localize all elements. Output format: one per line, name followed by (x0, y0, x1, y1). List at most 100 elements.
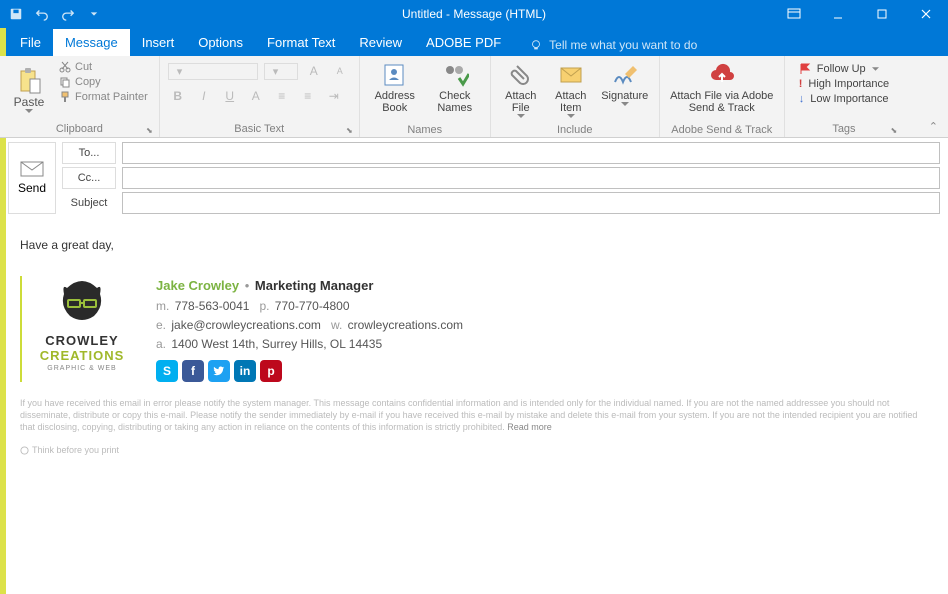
twitter-icon[interactable] (208, 360, 230, 382)
tab-format-text[interactable]: Format Text (255, 29, 347, 56)
subject-label: Subject (62, 192, 116, 214)
dialog-launcher-icon[interactable]: ⬊ (346, 126, 353, 135)
paste-button[interactable]: Paste (8, 60, 50, 120)
shrink-font-icon[interactable]: A (330, 61, 350, 81)
message-body[interactable]: Have a great day, CROWLEY CREATIONS GRAP… (0, 218, 948, 465)
tell-me-search[interactable]: Tell me what you want to do (523, 34, 703, 56)
phone-label: p. (259, 299, 269, 313)
quick-access-toolbar (0, 2, 106, 26)
cc-button[interactable]: Cc... (62, 167, 116, 189)
group-include: Attach File Attach Item Signature Includ… (491, 56, 660, 137)
qat-dropdown-icon[interactable] (82, 2, 106, 26)
high-importance-button[interactable]: ! High Importance (797, 77, 891, 91)
exclamation-icon: ! (799, 78, 803, 90)
disclaimer-text: If you have received this email in error… (20, 398, 928, 433)
indent-icon[interactable]: ⇥ (324, 86, 344, 106)
paste-icon (17, 67, 41, 95)
dialog-launcher-icon[interactable]: ⬊ (890, 126, 897, 135)
tab-review[interactable]: Review (347, 29, 414, 56)
italic-icon[interactable]: I (194, 86, 214, 106)
address-label: a. (156, 337, 166, 351)
format-painter-label: Format Painter (75, 91, 148, 103)
collapse-ribbon-icon[interactable]: ⌃ (929, 120, 938, 133)
signature-title: Marketing Manager (255, 278, 373, 293)
tab-options[interactable]: Options (186, 29, 255, 56)
email-signature: CROWLEY CREATIONS GRAPHIC & WEB Jake Cro… (20, 276, 928, 382)
check-names-label: Check Names (428, 90, 482, 114)
window-title: Untitled - Message (HTML) (402, 7, 546, 21)
signature-button[interactable]: Signature (599, 60, 651, 122)
minimize-icon[interactable] (816, 0, 860, 28)
low-importance-button[interactable]: ↓ Low Importance (797, 92, 891, 106)
tab-insert[interactable]: Insert (130, 29, 187, 56)
group-names-label: Names (368, 122, 482, 136)
signature-name: Jake Crowley (156, 278, 239, 293)
address-book-label: Address Book (368, 90, 422, 114)
window-controls (772, 0, 948, 28)
titlebar: Untitled - Message (HTML) (0, 0, 948, 28)
adobe-attach-label: Attach File via Adobe Send & Track (668, 90, 776, 114)
ribbon: Paste Cut Copy Format Painter Clipboard⬊… (0, 56, 948, 138)
chevron-down-icon (567, 114, 575, 118)
adobe-attach-button[interactable]: Attach File via Adobe Send & Track (668, 60, 776, 122)
check-names-button[interactable]: Check Names (428, 60, 482, 122)
dialog-launcher-icon[interactable]: ⬊ (146, 126, 153, 135)
send-label: Send (18, 181, 46, 195)
subject-input[interactable] (122, 192, 940, 214)
facebook-icon[interactable]: f (182, 360, 204, 382)
linkedin-icon[interactable]: in (234, 360, 256, 382)
attach-file-button[interactable]: Attach File (499, 60, 543, 122)
font-size-selector[interactable]: ▾ (264, 63, 298, 80)
group-basic-text: ▾ ▾ A A B I U A ≡ ≡ ⇥ Basic Text⬊ (160, 56, 360, 137)
attach-item-button[interactable]: Attach Item (549, 60, 593, 122)
send-button[interactable]: Send (8, 142, 56, 214)
tell-me-label: Tell me what you want to do (549, 38, 697, 52)
redo-icon[interactable] (56, 2, 80, 26)
pinterest-icon[interactable]: p (260, 360, 282, 382)
down-arrow-icon: ↓ (799, 93, 805, 105)
tab-adobe-pdf[interactable]: ADOBE PDF (414, 29, 513, 56)
bold-icon[interactable]: B (168, 86, 188, 106)
address-value: 1400 West 14th, Surrey Hills, OL 14435 (171, 337, 382, 351)
logo-head-icon (52, 276, 112, 326)
tab-message[interactable]: Message (53, 29, 130, 56)
ribbon-display-icon[interactable] (772, 0, 816, 28)
email-label: e. (156, 318, 166, 332)
chevron-down-icon (621, 102, 629, 106)
cc-input[interactable] (122, 167, 940, 189)
web-value: crowleycreations.com (348, 318, 463, 332)
signature-logo: CROWLEY CREATIONS GRAPHIC & WEB (20, 276, 138, 382)
font-color-icon[interactable]: A (246, 86, 266, 106)
undo-icon[interactable] (30, 2, 54, 26)
high-importance-label: High Importance (808, 78, 889, 90)
address-book-button[interactable]: Address Book (368, 60, 422, 122)
check-names-icon (441, 62, 469, 88)
tab-file[interactable]: File (8, 29, 53, 56)
numbering-icon[interactable]: ≡ (298, 86, 318, 106)
greeting-text: Have a great day, (20, 238, 928, 252)
chevron-down-icon (25, 109, 33, 113)
cut-button[interactable]: Cut (56, 60, 151, 74)
follow-up-button[interactable]: Follow Up (797, 62, 891, 76)
signature-icon (611, 62, 639, 88)
copy-label: Copy (75, 76, 101, 88)
maximize-icon[interactable] (860, 0, 904, 28)
compose-header: Send To... Cc... Subject (0, 138, 948, 218)
save-icon[interactable] (4, 2, 28, 26)
paste-label: Paste (14, 95, 45, 109)
paperclip-icon (507, 62, 535, 88)
to-input[interactable] (122, 142, 940, 164)
underline-icon[interactable]: U (220, 86, 240, 106)
font-selector[interactable]: ▾ (168, 63, 258, 80)
group-include-label: Include (499, 122, 651, 136)
read-more-link[interactable]: Read more (507, 422, 552, 432)
to-button[interactable]: To... (62, 142, 116, 164)
close-icon[interactable] (904, 0, 948, 28)
attach-file-label: Attach File (499, 90, 543, 114)
copy-button[interactable]: Copy (56, 75, 151, 89)
signature-info: Jake Crowley • Marketing Manager m. 778-… (156, 276, 463, 382)
format-painter-button[interactable]: Format Painter (56, 90, 151, 104)
skype-icon[interactable]: S (156, 360, 178, 382)
bullets-icon[interactable]: ≡ (272, 86, 292, 106)
grow-font-icon[interactable]: A (304, 61, 324, 81)
